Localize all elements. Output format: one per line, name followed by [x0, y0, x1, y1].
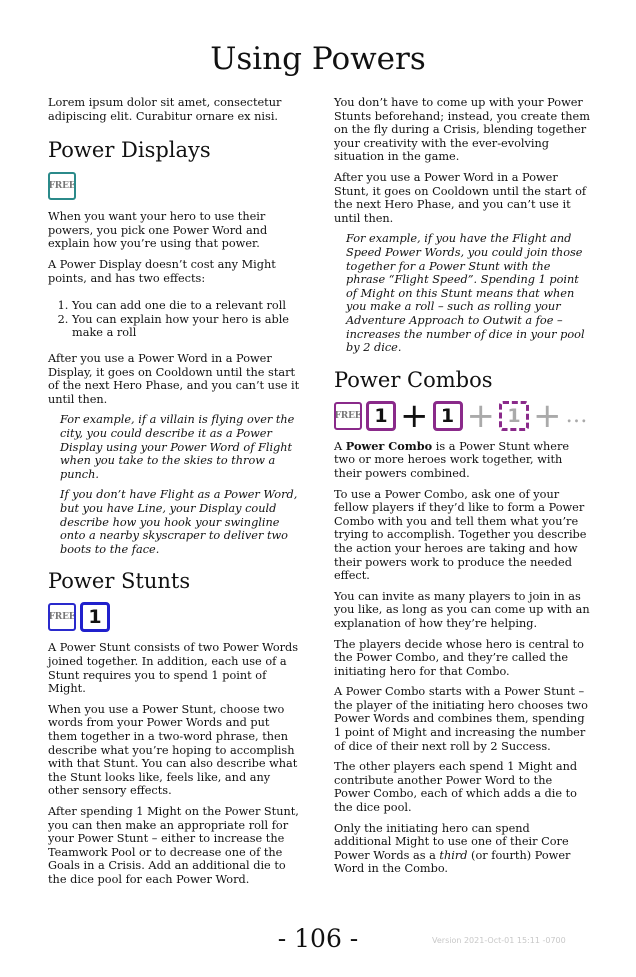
might-die-icon: 1	[80, 602, 110, 633]
list-item: You can add one die to a relevant roll	[72, 299, 300, 313]
might-die-icon: 1	[432, 400, 463, 431]
combos-paragraph-5: A Power Combo starts with a Power Stunt …	[334, 685, 588, 753]
combos-paragraph-2: To use a Power Combo, ask one of your fe…	[334, 487, 587, 583]
free-tag: FREE	[48, 172, 76, 201]
stunts-paragraph-1: A Power Stunt consists of two Power Word…	[48, 641, 299, 696]
right-example: For example, if you have the Flight and …	[346, 232, 585, 355]
combos-paragraph-3: You can invite as many players to join i…	[334, 589, 590, 630]
page-title: Using Powers	[210, 41, 426, 77]
plus-icon: +	[533, 395, 562, 436]
power-combos-heading: Power Combos	[334, 367, 493, 392]
plus-icon: +	[400, 395, 429, 436]
power-combo-cost-icons: FREE 1 + 1 + 1 + …	[334, 395, 590, 436]
power-stunt-cost-icons: FREE 1	[48, 601, 300, 633]
right-paragraph-1: You don’t have to come up with your Powe…	[334, 96, 590, 164]
displays-effects-list: You can add one die to a relevant roll Y…	[48, 299, 300, 340]
power-stunts-heading: Power Stunts	[48, 569, 191, 594]
combos-p1-prefix: A	[334, 439, 346, 453]
optional-die-icon: 1	[499, 400, 529, 431]
displays-paragraph-1: When you want your hero to use their pow…	[48, 210, 268, 251]
combos-paragraph-4: The players decide whose hero is central…	[334, 637, 584, 678]
ellipsis-icon: …	[565, 403, 590, 429]
intro-paragraph: Lorem ipsum dolor sit amet, consectetur …	[48, 96, 282, 123]
stunts-paragraph-3: After spending 1 Might on the Power Stun…	[48, 804, 299, 886]
plus-icon: +	[466, 395, 496, 436]
free-tag: FREE	[334, 401, 362, 430]
right-column: You don’t have to come up with your Powe…	[334, 96, 590, 883]
displays-example-2: If you don’t have Flight as a Power Word…	[60, 488, 298, 556]
version-stamp: Version 2021-Oct-01 15:11 -0700	[432, 936, 566, 945]
combos-paragraph-6: The other players each spend 1 Might and…	[334, 760, 578, 815]
free-tag: FREE	[48, 603, 76, 632]
left-column: Lorem ipsum dolor sit amet, consectetur …	[48, 96, 300, 894]
third-emphasis: third	[439, 848, 468, 862]
combos-paragraph-1: A Power Combo is a Power Stunt where two…	[334, 438, 590, 481]
displays-paragraph-3: After you use a Power Word in a Power Di…	[48, 352, 300, 406]
might-die-icon: 1	[366, 400, 396, 431]
stunts-paragraph-2: When you use a Power Stunt, choose two w…	[48, 702, 298, 798]
power-display-cost-icons: FREE	[48, 170, 300, 202]
list-item: You can explain how your hero is able ma…	[72, 313, 300, 340]
power-combo-term: Power Combo	[345, 438, 433, 453]
right-paragraph-2: After you use a Power Word in a Power St…	[334, 170, 587, 225]
displays-paragraph-2: A Power Display doesn’t cost any Might p…	[48, 258, 276, 285]
power-displays-heading: Power Displays	[48, 138, 211, 163]
combos-paragraph-7: Only the initiating hero can spend addit…	[334, 822, 590, 876]
displays-example-1: For example, if a villain is flying over…	[60, 413, 295, 481]
